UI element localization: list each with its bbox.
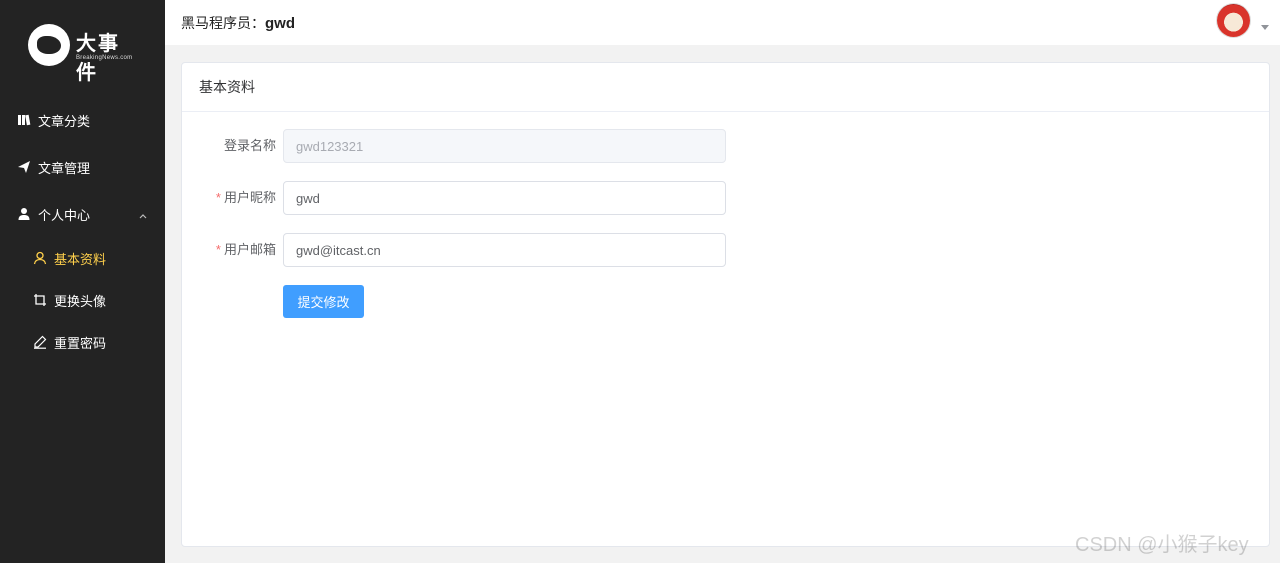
sidebar-item-label: 个人中心: [38, 207, 91, 223]
submit-button[interactable]: 提交修改: [283, 285, 364, 318]
card-title: 基本资料: [182, 63, 1269, 112]
login-name-label-text: 登录名称: [223, 138, 276, 153]
user-icon: [17, 207, 31, 221]
caret-down-icon[interactable]: [1261, 18, 1269, 36]
profile-card: 基本资料 登录名称 *用户昵称 *用户邮箱 提交修改: [181, 62, 1270, 547]
logo-mark-icon: [28, 24, 70, 66]
header-prefix: 黑马程序员：: [181, 15, 265, 31]
crop-icon: [33, 293, 47, 307]
edit-pen-icon: [33, 335, 47, 349]
nickname-label-text: 用户昵称: [223, 190, 276, 205]
required-mark: *: [215, 242, 221, 257]
sidebar-item-article-manage[interactable]: 文章管理: [0, 144, 165, 190]
login-name-label: 登录名称: [224, 129, 276, 163]
watermark: CSDN @小猴子key: [1075, 534, 1249, 556]
form-row-login-name: 登录名称: [182, 129, 742, 163]
chevron-up-icon: [138, 208, 148, 226]
sidebar-subitem-label: 更换头像: [54, 293, 107, 309]
login-name-input[interactable]: [283, 129, 726, 163]
logo[interactable]: 大事件 BreakingNews.com: [28, 22, 138, 84]
books-icon: [17, 113, 31, 127]
email-input[interactable]: [283, 233, 726, 267]
nickname-input[interactable]: [283, 181, 726, 215]
form-row-nickname: * 用户昵称: [182, 181, 742, 215]
header-username: gwd: [265, 15, 295, 32]
header-title: 黑马程序员：gwd: [181, 13, 295, 33]
sidebar-item-personal-center[interactable]: 个人中心: [0, 191, 165, 237]
sidebar: 大事件 BreakingNews.com 文章分类 文章管理 个人中心 基本资料: [0, 0, 165, 563]
sidebar-subitem-change-avatar[interactable]: 更换头像: [0, 279, 165, 321]
required-mark: *: [215, 190, 221, 205]
paper-plane-icon: [17, 160, 31, 174]
sidebar-subitem-reset-password[interactable]: 重置密码: [0, 321, 165, 363]
sidebar-item-article-category[interactable]: 文章分类: [0, 97, 165, 143]
email-label-text: 用户邮箱: [223, 242, 276, 257]
sidebar-subitem-label: 重置密码: [54, 335, 107, 351]
nickname-label: * 用户昵称: [216, 181, 276, 215]
email-label: * 用户邮箱: [216, 233, 276, 267]
sidebar-subitem-basic-info[interactable]: 基本资料: [0, 237, 165, 279]
sidebar-subitem-label: 基本资料: [54, 251, 107, 267]
logo-subtitle: BreakingNews.com: [76, 55, 133, 61]
avatar[interactable]: [1217, 4, 1250, 37]
top-header: 黑马程序员：gwd: [165, 0, 1280, 45]
sidebar-item-label: 文章管理: [38, 160, 91, 176]
form-row-email: * 用户邮箱: [182, 233, 742, 267]
user-outline-icon: [33, 251, 47, 265]
sidebar-item-label: 文章分类: [38, 113, 91, 129]
